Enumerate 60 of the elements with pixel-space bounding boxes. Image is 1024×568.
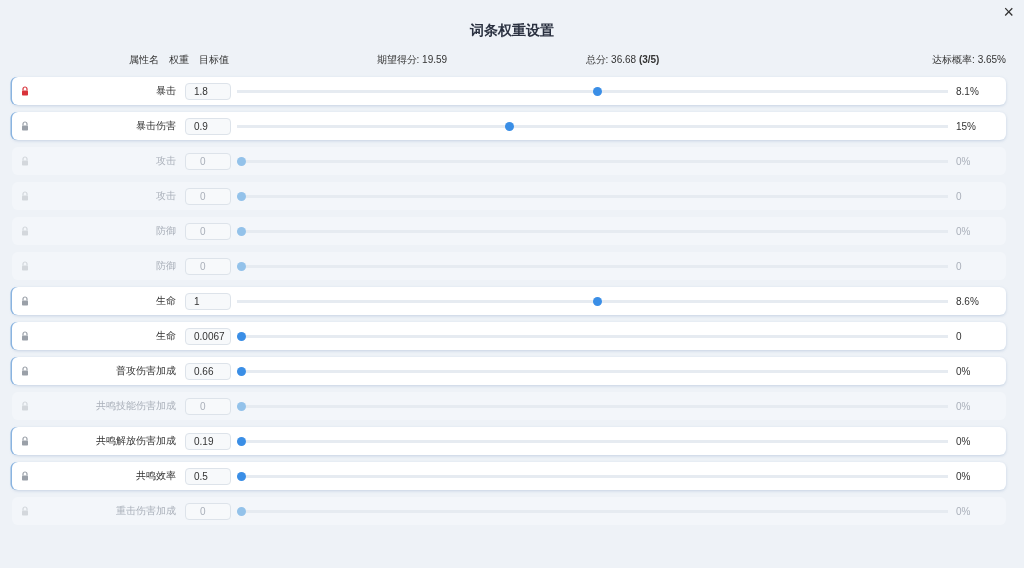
lock-icon[interactable] [20,471,30,481]
stat-reading: 8.1% [956,85,980,97]
weight-field[interactable]: 0.0067 [185,327,231,345]
stat-reading: 0% [956,400,972,412]
stat-name: 共鸣效率 [135,469,176,483]
success-probability: 达标概率: 3.65% [931,53,1006,67]
slider-thumb[interactable] [237,156,246,166]
slider-thumb[interactable] [237,226,246,236]
stat-reading: 0% [956,435,972,447]
weight-field[interactable]: 1 [185,292,231,310]
total-score: 总分: 36.68 (3/5) [584,53,661,67]
close-button[interactable]: × [999,2,1018,23]
stat-reading: 0 [956,330,963,342]
column-header: 目标值 [199,53,229,67]
weight-field[interactable]: 0.9 [185,117,231,135]
expected-score: 期望得分: 19.59 [375,53,449,67]
lock-icon[interactable] [20,436,30,446]
slider-thumb[interactable] [592,86,602,96]
lock-icon[interactable] [20,296,30,306]
slider-thumb[interactable] [237,436,246,446]
stat-name: 攻击 [155,154,176,168]
lock-icon[interactable] [20,331,30,341]
slider-thumb[interactable] [237,506,246,516]
slider-thumb[interactable] [505,121,515,131]
stat-name: 共鸣技能伤害加成 [95,399,176,413]
column-header: 属性名 [129,53,159,67]
stat-reading: 0% [956,155,972,167]
weight-field[interactable]: 0.66 [185,362,231,380]
slider-thumb[interactable] [237,191,246,201]
stat-name: 防御 [155,224,176,238]
stat-name: 共鸣解放伤害加成 [95,434,176,448]
dialog-title: 词条权重设置 [470,22,554,40]
stat-name: 生命 [155,294,176,308]
weight-field[interactable]: 1.8 [185,82,231,100]
slider-thumb[interactable] [237,471,246,481]
slider-thumb[interactable] [237,401,246,411]
lock-icon[interactable] [20,121,30,131]
column-header: 权重 [169,53,189,67]
stat-reading: 0% [956,225,972,237]
lock-icon[interactable] [20,366,30,376]
stat-reading: 0 [956,190,963,202]
stat-reading: 15% [956,120,977,132]
stat-name: 攻击 [155,189,176,203]
stat-reading: 8.6% [956,295,980,307]
lock-icon[interactable] [20,86,30,96]
stat-name: 生命 [155,329,176,343]
slider-thumb[interactable] [237,331,246,341]
stat-reading: 0 [956,260,963,272]
slider-thumb[interactable] [237,366,246,376]
weight-field[interactable]: 0.19 [185,432,231,450]
stat-name: 防御 [155,259,176,273]
stat-reading: 0% [956,365,972,377]
stat-reading: 0% [956,505,972,517]
slider-thumb[interactable] [237,261,246,271]
stat-name: 普攻伤害加成 [115,364,176,378]
slider-thumb[interactable] [592,296,602,306]
stat-reading: 0% [956,470,972,482]
stat-name: 暴击 [155,84,176,98]
stat-name: 暴击伤害 [135,119,176,133]
weight-field[interactable]: 0.5 [185,467,231,485]
